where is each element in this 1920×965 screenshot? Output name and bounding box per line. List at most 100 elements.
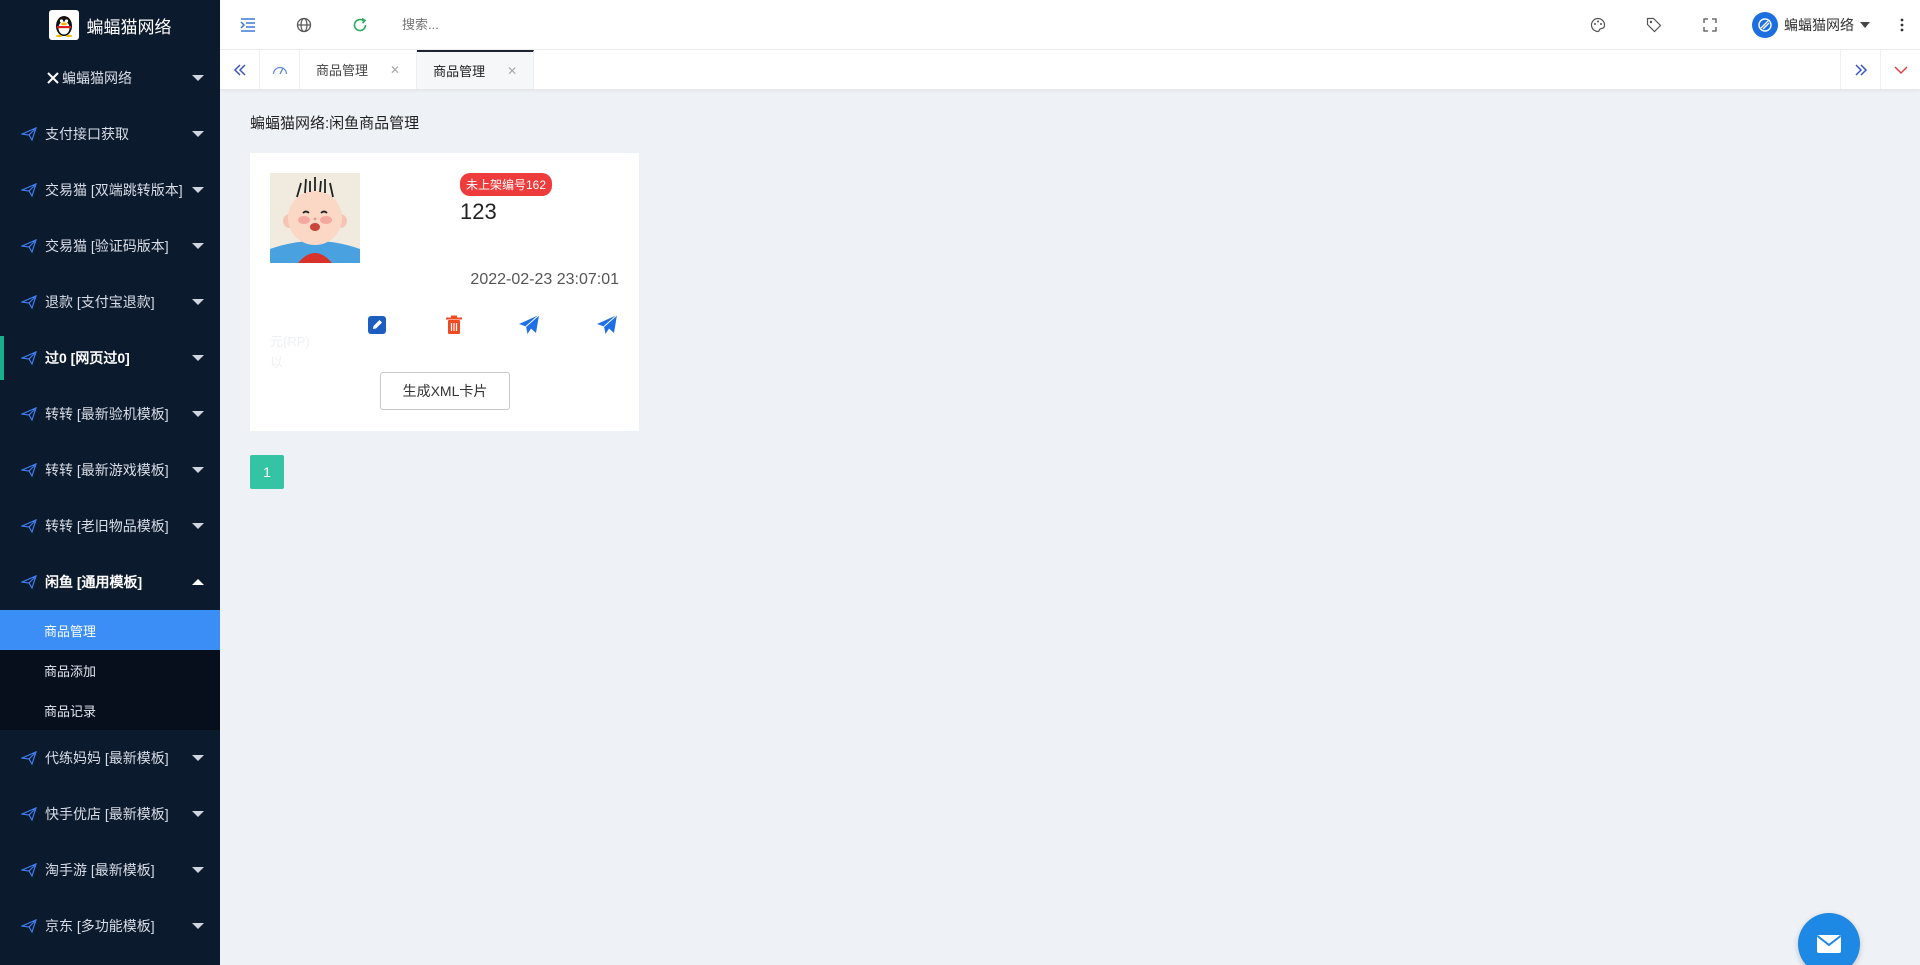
xianyu-submenu: 商品管理 商品添加 商品记录 <box>0 610 220 730</box>
sidebar-item-label: 闲鱼 [通用模板] <box>45 574 143 590</box>
double-chevron-left-icon <box>233 63 246 76</box>
tag-button[interactable] <box>1626 0 1682 50</box>
refresh-icon <box>353 17 367 31</box>
page-title: 蝙蝠猫网络:闲鱼商品管理 <box>250 115 420 132</box>
faded-text: 元(RP) <box>270 334 310 349</box>
indent-menu-icon <box>240 17 255 32</box>
sidebar-item-zhuanzhuan-inspect[interactable]: 转转 [最新验机模板] <box>0 386 220 442</box>
sidebar-item-jiaoyimao-captcha[interactable]: 交易猫 [验证码版本] <box>0 218 220 274</box>
chevron-down-icon <box>192 355 204 361</box>
delete-button[interactable] <box>442 313 466 337</box>
chevron-down-icon <box>192 243 204 249</box>
sidebar-top-item[interactable]: 蝙蝠猫网络 <box>0 50 220 106</box>
sidebar-item-label: 京东 [多功能模板] <box>45 918 155 934</box>
submenu-item-goods-manage[interactable]: 商品管理 <box>0 610 220 650</box>
sidebar-item-kuaishou[interactable]: 快手优店 [最新模板] <box>0 786 220 842</box>
paper-plane-icon <box>20 749 38 767</box>
fullscreen-button[interactable] <box>1682 0 1738 50</box>
search-input[interactable] <box>402 9 602 40</box>
tab-goods-manage-active[interactable]: 商品管理 ✕ <box>417 50 535 89</box>
sidebar-item-label: 转转 [最新游戏模板] <box>45 462 169 478</box>
sidebar-item-label: 交易猫 [双端跳转版本] <box>45 182 183 198</box>
tab-home[interactable] <box>260 50 300 89</box>
send-button-2[interactable] <box>595 313 619 337</box>
more-button[interactable] <box>1884 0 1920 50</box>
sidebar-item-guo0[interactable]: 过0 [网页过0] <box>0 330 220 386</box>
paper-plane-icon <box>20 461 38 479</box>
brand-name: 蝙蝠猫网络 <box>86 17 172 37</box>
chevron-down-icon <box>192 75 204 81</box>
theme-button[interactable] <box>1570 0 1626 50</box>
sidebar: 蝙蝠猫网络 蝙蝠猫网络 支付接口获取 交易猫 [双端跳转版本] 交易猫 [验证码… <box>0 0 220 965</box>
tab-label: 商品管理 <box>433 64 486 79</box>
tabs-scroll-right-button[interactable] <box>1840 50 1880 89</box>
paper-plane-icon <box>20 805 38 823</box>
top-header: 蝙蝠猫网络 <box>220 0 1920 50</box>
sidebar-item-label: 转转 [老旧物品模板] <box>45 518 169 534</box>
tabs-scroll-left-button[interactable] <box>220 50 260 89</box>
submenu-item-goods-add[interactable]: 商品添加 <box>0 650 220 690</box>
sidebar-item-zhuanzhuan-game[interactable]: 转转 [最新游戏模板] <box>0 442 220 498</box>
sidebar-item-zhuanzhuan-old[interactable]: 转转 [老旧物品模板] <box>0 498 220 554</box>
tag-icon <box>1646 17 1662 33</box>
sidebar-item-label: 交易猫 [验证码版本] <box>45 238 169 254</box>
sidebar-item-taoshouyou[interactable]: 淘手游 [最新模板] <box>0 842 220 898</box>
tab-label: 商品管理 <box>316 63 369 78</box>
refresh-button[interactable] <box>332 0 388 50</box>
paper-plane-icon <box>20 349 38 367</box>
sidebar-item-label: 代练妈妈 [最新模板] <box>45 750 169 766</box>
tabs-bar: 商品管理 ✕ 商品管理 ✕ <box>220 50 1920 90</box>
menu-toggle-button[interactable] <box>220 0 276 50</box>
sidebar-item-xianyu[interactable]: 闲鱼 [通用模板] <box>0 554 220 610</box>
double-chevron-right-icon <box>1854 63 1867 76</box>
paper-plane-icon <box>20 293 38 311</box>
close-x-icon <box>44 69 62 87</box>
paper-plane-icon <box>597 314 618 334</box>
sidebar-item-payment[interactable]: 支付接口获取 <box>0 106 220 162</box>
close-icon[interactable]: ✕ <box>507 64 517 78</box>
chevron-down-icon <box>192 523 204 529</box>
sidebar-item-jingdong[interactable]: 京东 [多功能模板] <box>0 898 220 954</box>
sidebar-top-label: 蝙蝠猫网络 <box>62 70 132 86</box>
sidebar-item-jiaoyimao-dual[interactable]: 交易猫 [双端跳转版本] <box>0 162 220 218</box>
dashboard-icon <box>272 66 287 74</box>
language-button[interactable] <box>276 0 332 50</box>
product-timestamp: 2022-02-23 23:07:01 <box>470 271 619 288</box>
product-card: 未上架编号162 123 2022-02-23 23:07:01 元(RP) 以… <box>250 153 639 431</box>
edit-icon <box>368 316 386 334</box>
main-content: 蝙蝠猫网络:闲鱼商品管理 未上架编号162 123 2022-02-23 23:… <box>220 90 1920 965</box>
globe-icon <box>296 17 312 32</box>
tab-goods-manage[interactable]: 商品管理 ✕ <box>300 50 418 89</box>
brand-logo[interactable]: 蝙蝠猫网络 <box>0 0 220 50</box>
product-title: 123 <box>460 199 497 224</box>
faded-text: 以 <box>270 355 284 370</box>
chevron-down-icon <box>192 811 204 817</box>
send-button-1[interactable] <box>517 313 541 337</box>
chevron-down-icon <box>192 131 204 137</box>
paper-plane-icon <box>20 181 38 199</box>
chevron-up-icon <box>192 579 204 585</box>
paper-plane-icon <box>20 573 38 591</box>
chevron-down-icon <box>192 299 204 305</box>
edit-button[interactable] <box>365 313 389 337</box>
user-menu[interactable]: 蝙蝠猫网络 <box>1752 12 1870 38</box>
sidebar-item-refund[interactable]: 退款 [支付宝退款] <box>0 274 220 330</box>
paper-plane-icon <box>20 517 38 535</box>
paper-plane-icon <box>20 125 38 143</box>
pagination-page-1[interactable]: 1 <box>250 455 284 489</box>
chevron-down-icon <box>192 187 204 193</box>
fullscreen-icon <box>1703 18 1717 32</box>
tabs-dropdown-button[interactable] <box>1880 50 1920 89</box>
generate-xml-card-button[interactable]: 生成XML卡片 <box>380 372 510 410</box>
paper-plane-icon <box>20 861 38 879</box>
sidebar-item-dailian[interactable]: 代练妈妈 [最新模板] <box>0 730 220 786</box>
chevron-down-icon <box>1893 65 1908 74</box>
palette-icon <box>1590 17 1606 33</box>
sidebar-item-label: 转转 [最新验机模板] <box>45 406 169 422</box>
chevron-down-icon <box>192 923 204 929</box>
status-badge: 未上架编号162 <box>460 173 553 196</box>
close-icon[interactable]: ✕ <box>390 63 400 77</box>
more-vertical-icon <box>1900 18 1904 32</box>
submenu-item-goods-record[interactable]: 商品记录 <box>0 690 220 730</box>
paper-plane-icon <box>20 405 38 423</box>
